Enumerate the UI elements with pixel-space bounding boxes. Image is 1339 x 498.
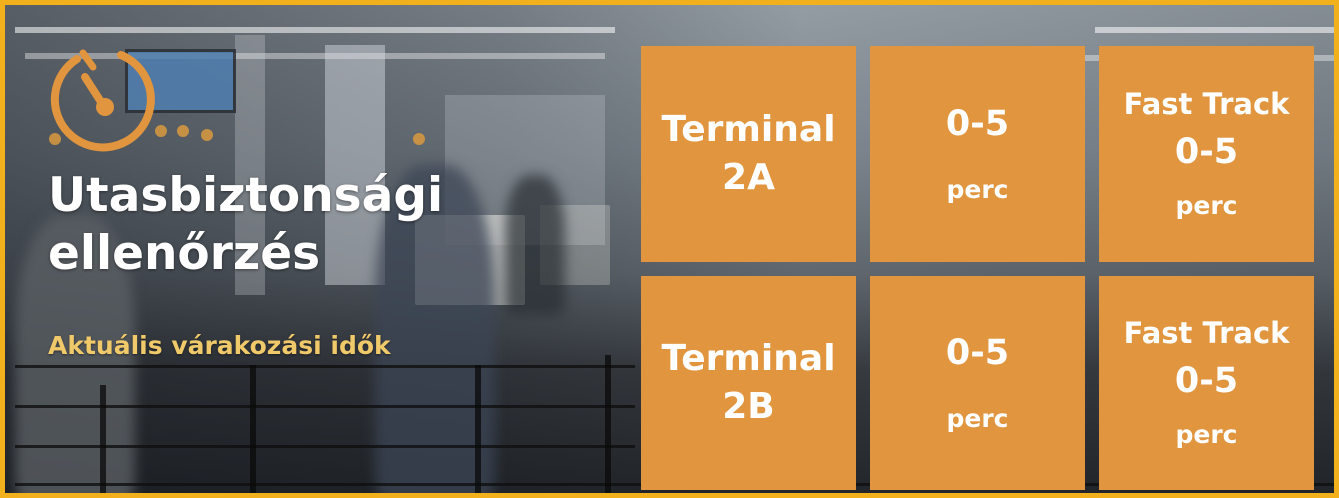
widget-title: Utasbiztonsági ellenőrzés <box>48 167 608 283</box>
fast-track-value: 0-5 <box>1174 132 1239 172</box>
terminal-name: 2A <box>722 157 775 198</box>
terminal-2a-tile: Terminal 2A <box>641 46 856 262</box>
wait-unit: perc <box>946 175 1009 204</box>
security-wait-times-widget: Utasbiztonsági ellenőrzés Aktuális várak… <box>0 0 1339 498</box>
title-line-1: Utasbiztonsági <box>48 168 444 223</box>
fast-track-unit: perc <box>1175 420 1238 449</box>
terminal-2b-tile: Terminal 2B <box>641 276 856 490</box>
fast-track-label: Fast Track <box>1123 316 1290 350</box>
stopwatch-icon <box>50 49 155 152</box>
terminal-2b-fast-track-tile: Fast Track 0-5 perc <box>1099 276 1314 490</box>
fast-track-label: Fast Track <box>1123 87 1290 121</box>
wait-unit: perc <box>946 404 1009 433</box>
title-line-2: ellenőrzés <box>48 226 321 281</box>
terminal-2a-wait-tile: 0-5 perc <box>870 46 1085 262</box>
terminal-name: 2B <box>722 386 775 427</box>
fast-track-unit: perc <box>1175 191 1238 220</box>
terminal-label: Terminal <box>661 338 836 379</box>
terminal-2b-wait-tile: 0-5 perc <box>870 276 1085 490</box>
wait-value: 0-5 <box>945 333 1010 373</box>
wait-times-grid: Terminal 2A 0-5 perc Fast Track 0-5 perc… <box>641 46 1316 490</box>
widget-subtitle: Aktuális várakozási idők <box>48 331 391 360</box>
terminal-label: Terminal <box>661 109 836 150</box>
terminal-2a-fast-track-tile: Fast Track 0-5 perc <box>1099 46 1314 262</box>
fast-track-value: 0-5 <box>1174 361 1239 401</box>
wait-value: 0-5 <box>945 104 1010 144</box>
